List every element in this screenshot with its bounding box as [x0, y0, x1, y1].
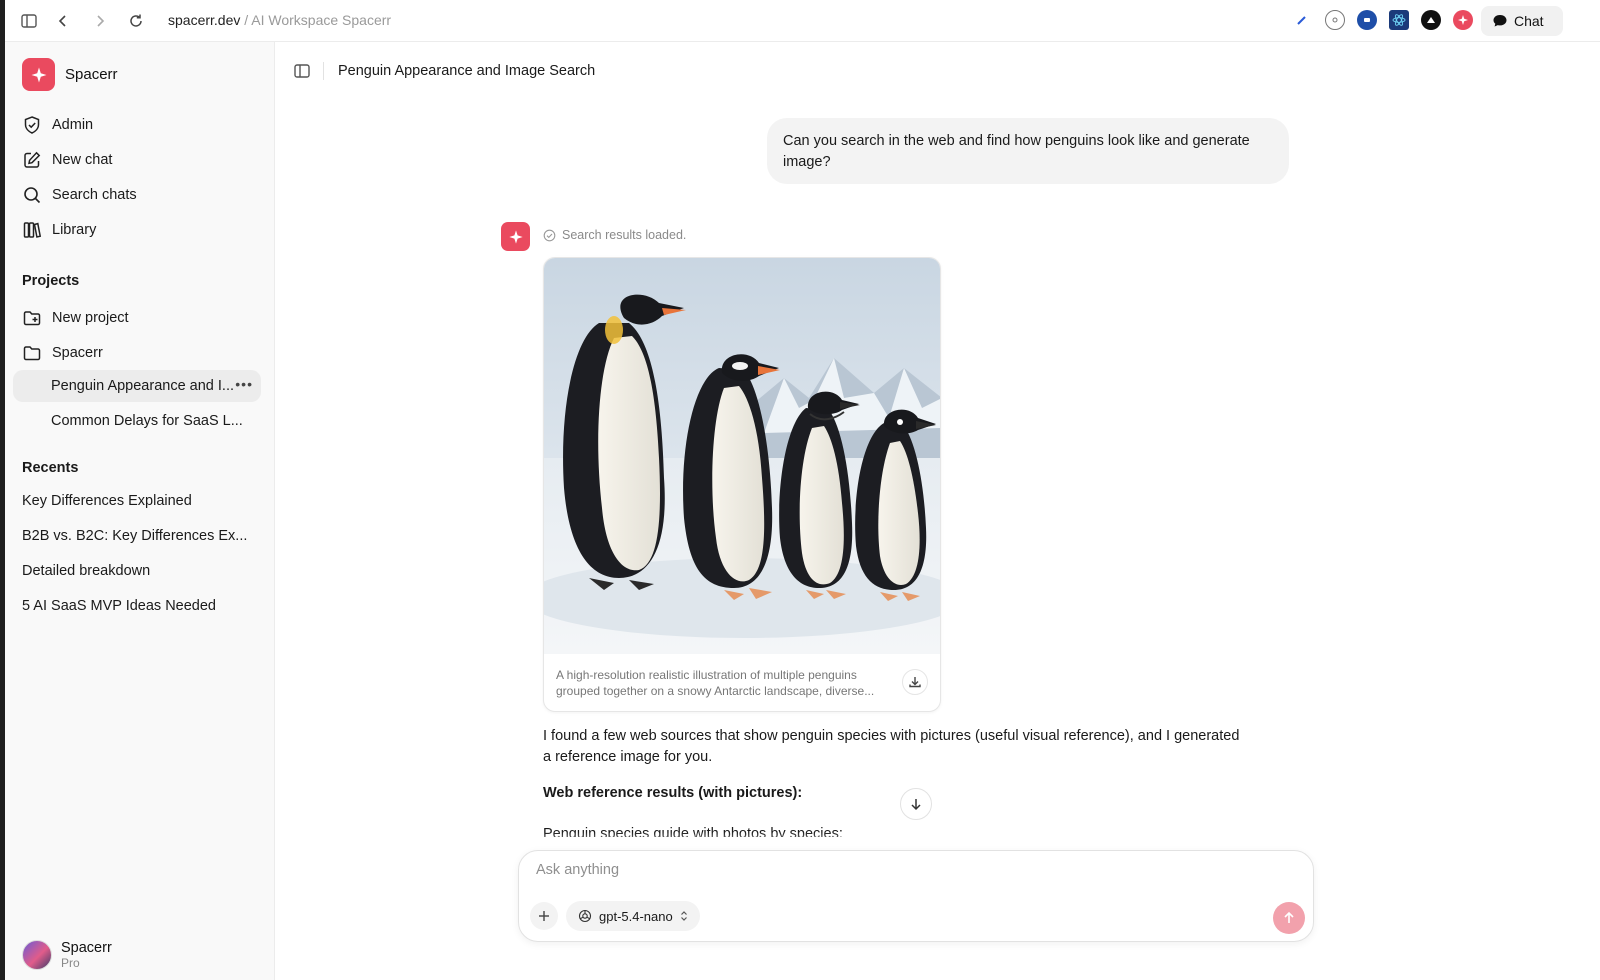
model-selector[interactable]: gpt-5.4-nano	[566, 901, 700, 931]
user-plan: Pro	[61, 956, 80, 970]
download-icon	[909, 677, 921, 688]
reload-icon[interactable]	[126, 11, 146, 31]
project-chat-penguin[interactable]: Penguin Appearance and I... •••	[13, 370, 261, 402]
address-bar[interactable]: spacerr.dev / AI Workspace Spacerr	[168, 12, 391, 28]
recent-chat-item[interactable]: B2B vs. B2C: Key Differences Ex...	[22, 528, 247, 544]
chat-header: Penguin Appearance and Image Search	[275, 42, 1600, 100]
sidebar-toggle-icon[interactable]	[19, 11, 39, 31]
model-name: gpt-5.4-nano	[599, 908, 673, 924]
url-path: / AI Workspace Spacerr	[240, 12, 392, 28]
brand-name: Spacerr	[65, 66, 118, 83]
sidebar-item-label: New chat	[52, 152, 113, 168]
search-icon	[24, 187, 41, 204]
recent-chat-item[interactable]: 5 AI SaaS MVP Ideas Needed	[22, 598, 216, 614]
assistant-reply-heading: Web reference results (with pictures):	[543, 785, 803, 801]
avatar	[22, 940, 52, 970]
folder-plus-icon	[23, 311, 41, 326]
triangle-extension-icon[interactable]	[1421, 10, 1441, 30]
sidebar-item-library[interactable]: Library	[22, 218, 96, 242]
sidebar-item-new-chat[interactable]: New chat	[22, 148, 112, 172]
sidebar-item-label: New project	[52, 310, 129, 326]
search-status: Search results loaded.	[543, 228, 686, 242]
user-message: Can you search in the web and find how p…	[767, 118, 1289, 184]
spacerr-logo-icon	[22, 58, 55, 91]
react-extension-icon[interactable]	[1389, 10, 1409, 30]
header-divider	[323, 62, 324, 80]
arrow-down-icon	[911, 799, 921, 811]
send-button[interactable]	[1273, 902, 1305, 934]
status-text: Search results loaded.	[562, 228, 687, 242]
scroll-to-bottom-button[interactable]	[900, 788, 932, 820]
back-icon[interactable]	[53, 11, 73, 31]
sidebar-item-label: Library	[52, 222, 97, 238]
scroll-fade	[505, 832, 1345, 852]
browser-toolbar: spacerr.dev / AI Workspace Spacerr Chat	[5, 0, 1600, 42]
spacerr-extension-icon[interactable]	[1453, 10, 1473, 30]
sidebar-item-spacerr-project[interactable]: Spacerr	[22, 341, 103, 365]
penguins-generated-image[interactable]	[544, 258, 941, 654]
sidebar-item-new-project[interactable]: New project	[22, 306, 129, 330]
sidebar-item-label: Spacerr	[52, 345, 103, 361]
forward-icon[interactable]	[90, 11, 110, 31]
panel-toggle-icon[interactable]	[293, 62, 311, 80]
project-chat-saas-delays[interactable]: Common Delays for SaaS L...	[13, 405, 261, 437]
chat-title: Penguin Appearance and Image Search	[338, 63, 596, 79]
projects-heading: Projects	[22, 273, 80, 289]
recents-heading: Recents	[22, 460, 79, 476]
sidebar-item-label: Admin	[52, 117, 94, 133]
image-caption: A high-resolution realistic illustration…	[556, 668, 875, 698]
folder-icon	[23, 346, 41, 361]
chat-main: Penguin Appearance and Image Search Can …	[275, 42, 1600, 980]
app-window: spacerr.dev / AI Workspace Spacerr Chat	[5, 0, 1600, 980]
chevron-up-down-icon	[680, 911, 687, 921]
more-options-icon[interactable]: •••	[235, 376, 253, 392]
sidebar-item-admin[interactable]: Admin	[22, 113, 93, 137]
sidebar: Spacerr Admin New chat Search chats Libr…	[5, 42, 275, 980]
attach-button[interactable]	[530, 902, 558, 930]
assistant-reply-text: I found a few web sources that show peng…	[543, 728, 1240, 765]
sidebar-item-search-chats[interactable]: Search chats	[22, 183, 137, 207]
user-name: Spacerr	[61, 940, 112, 956]
user-profile[interactable]: Spacerr Pro	[22, 940, 112, 970]
openai-icon	[578, 909, 592, 923]
recent-chat-item[interactable]: Detailed breakdown	[22, 563, 150, 579]
url-host: spacerr.dev	[168, 12, 241, 28]
chat-bubble-icon	[1493, 15, 1507, 27]
project-chat-label: Penguin Appearance and I...	[51, 378, 235, 394]
chat-button-label: Chat	[1514, 13, 1544, 29]
pen-extension-icon[interactable]	[1292, 10, 1312, 30]
download-button[interactable]	[902, 669, 928, 695]
recent-chat-item[interactable]: Key Differences Explained	[22, 493, 192, 509]
shield-icon	[24, 116, 40, 134]
library-icon	[23, 222, 42, 238]
sidebar-item-label: Search chats	[52, 187, 137, 203]
arrow-up-icon	[1284, 911, 1294, 923]
assistant-avatar-icon	[501, 222, 530, 251]
message-input[interactable]	[536, 862, 1236, 878]
generated-image-card[interactable]: A high-resolution realistic illustration…	[543, 257, 941, 712]
message-composer: gpt-5.4-nano	[518, 850, 1314, 942]
extension-icon-2[interactable]	[1357, 10, 1377, 30]
check-circle-icon	[543, 229, 556, 241]
plus-icon	[539, 911, 549, 921]
chat-button[interactable]: Chat	[1481, 6, 1563, 36]
edit-icon	[24, 151, 41, 168]
brand[interactable]: Spacerr	[22, 58, 118, 91]
project-chat-label: Common Delays for SaaS L...	[51, 413, 243, 429]
extension-icon-1[interactable]	[1325, 10, 1345, 30]
